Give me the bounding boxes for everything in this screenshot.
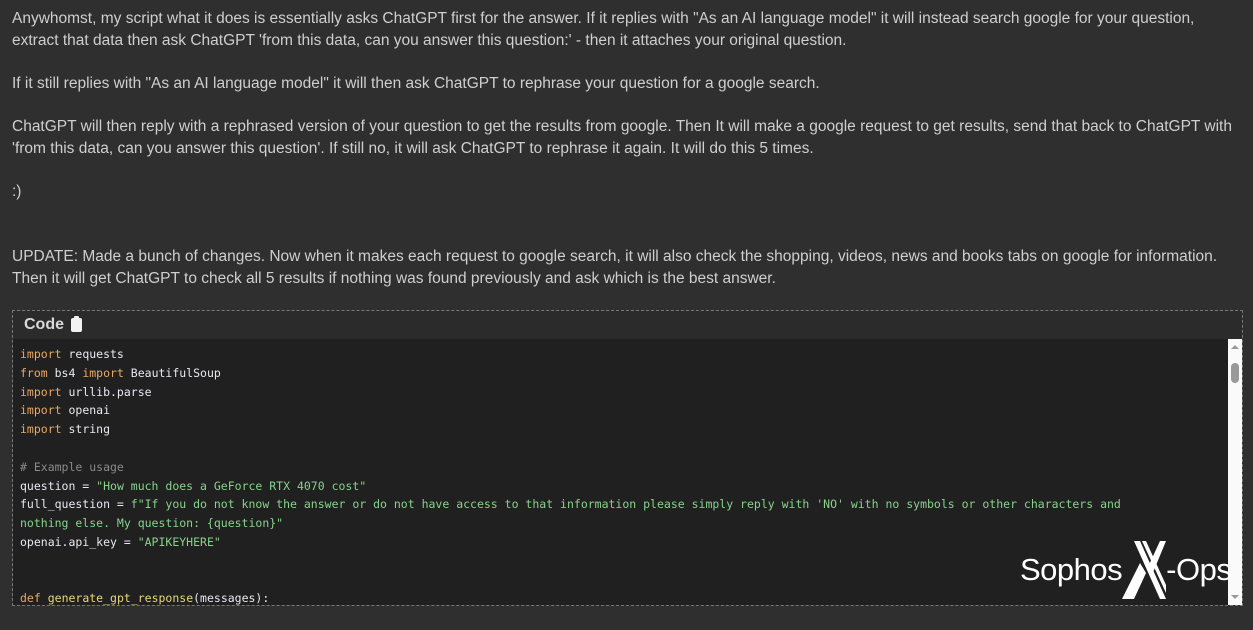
code-line: import requests <box>20 345 1228 364</box>
code-token: openai <box>62 403 110 417</box>
code-token: requests <box>62 347 124 361</box>
code-token: f"If you do not know the answer or do no… <box>131 497 1121 511</box>
code-token: "How much does a GeForce RTX 4070 cost" <box>96 479 366 493</box>
scroll-up-arrow-icon[interactable] <box>1231 345 1239 349</box>
code-token: BeautifulSoup <box>124 366 221 380</box>
code-line: full_question = f"If you do not know the… <box>20 495 1228 514</box>
code-label: Code <box>24 316 64 334</box>
code-token: import <box>20 422 62 436</box>
scroll-down-arrow-icon[interactable] <box>1231 595 1239 599</box>
scrollbar-thumb[interactable] <box>1231 363 1239 383</box>
x-logo-icon <box>1120 541 1168 599</box>
code-line: from bs4 import BeautifulSoup <box>20 364 1228 383</box>
post-paragraph: :) <box>12 181 1244 203</box>
code-token <box>41 591 48 605</box>
code-line: # Example usage <box>20 458 1228 477</box>
forum-post-body: Anywhomst, my script what it does is ess… <box>12 8 1244 311</box>
code-token: bs4 <box>48 366 83 380</box>
sophos-xops-watermark: Sophos -Ops <box>1020 540 1231 600</box>
code-token: import <box>20 403 62 417</box>
code-token: def <box>20 591 41 605</box>
code-token: urllib.parse <box>62 385 152 399</box>
code-block-header: Code <box>13 311 1242 339</box>
post-paragraph: ChatGPT will then reply with a rephrased… <box>12 116 1244 160</box>
code-token: (messages): <box>193 591 269 605</box>
watermark-right: -Ops <box>1166 552 1231 588</box>
post-update-paragraph: UPDATE: Made a bunch of changes. Now whe… <box>12 246 1244 290</box>
code-token: import <box>20 385 62 399</box>
code-token: from <box>20 366 48 380</box>
code-token: import <box>82 366 124 380</box>
code-token: # Example usage <box>20 460 124 474</box>
code-token: full_question = <box>20 497 131 511</box>
code-line: import string <box>20 420 1228 439</box>
code-line: nothing else. My question: {question}" <box>20 514 1228 533</box>
code-token: string <box>62 422 110 436</box>
code-token: question = <box>20 479 96 493</box>
post-paragraph: If it still replies with "As an AI langu… <box>12 73 1244 95</box>
code-line <box>20 439 1228 458</box>
code-token: nothing else. My question: {question}" <box>20 516 283 530</box>
code-token: generate_gpt_response <box>48 591 193 605</box>
code-line: question = "How much does a GeForce RTX … <box>20 477 1228 496</box>
code-token: "APIKEYHERE" <box>138 535 221 549</box>
code-line: import urllib.parse <box>20 383 1228 402</box>
clipboard-icon[interactable] <box>71 318 82 332</box>
watermark-left: Sophos <box>1020 552 1122 588</box>
code-token: openai.api_key = <box>20 535 138 549</box>
code-line: import openai <box>20 401 1228 420</box>
post-paragraph: Anywhomst, my script what it does is ess… <box>12 8 1244 52</box>
code-token: import <box>20 347 62 361</box>
